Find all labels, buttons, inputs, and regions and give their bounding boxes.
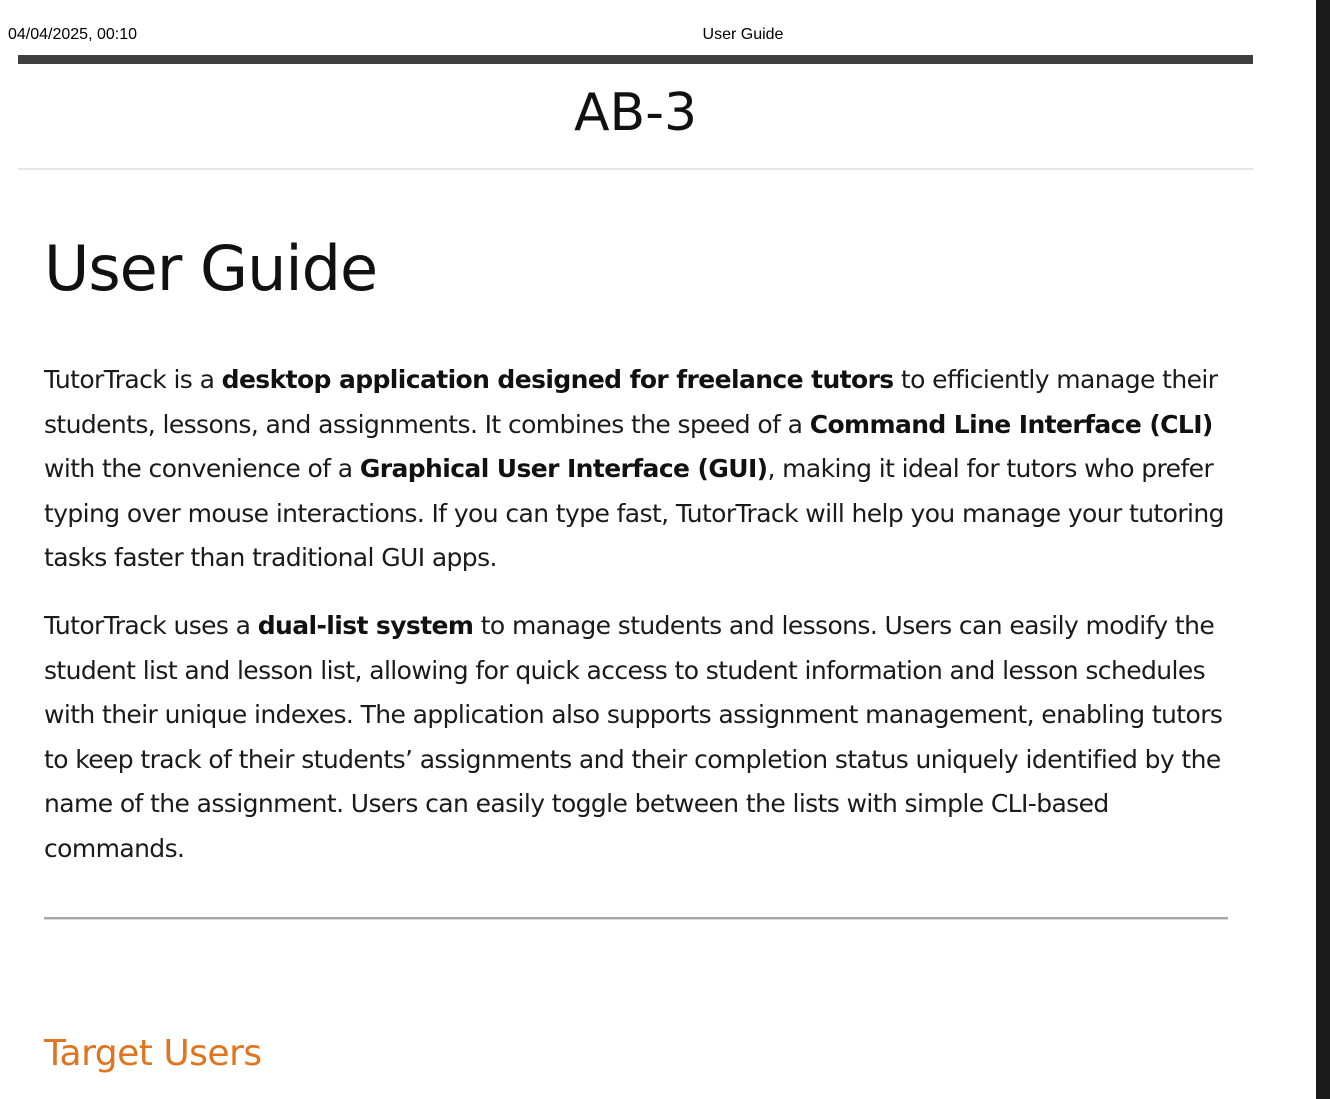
text-run: TutorTrack uses a <box>44 611 258 640</box>
site-title-divider <box>18 168 1253 170</box>
print-page-title: User Guide <box>702 26 784 43</box>
text-run: to manage students and lessons. Users ca… <box>44 611 1223 863</box>
page-heading: User Guide <box>44 232 378 305</box>
bold-phrase: Graphical User Interface (GUI) <box>359 454 768 483</box>
bold-phrase: dual-list system <box>257 611 474 640</box>
site-title: AB-3 <box>573 83 698 143</box>
section-heading-target-users[interactable]: Target Users <box>44 1032 262 1076</box>
text-run: with the convenience of a <box>44 454 360 483</box>
dual-list-paragraph: TutorTrack uses a dual-list system to ma… <box>44 604 1234 871</box>
bold-phrase: Command Line Interface (CLI) <box>809 409 1214 439</box>
print-header: 04/04/2025, 00:10 User Guide <box>0 24 1253 46</box>
main-content: User Guide TutorTrack is a desktop appli… <box>44 226 1234 1074</box>
text-run: TutorTrack is a <box>44 365 222 394</box>
intro-paragraph: TutorTrack is a desktop application desi… <box>44 358 1234 581</box>
site-top-bar <box>18 55 1253 64</box>
section-divider <box>44 917 1228 919</box>
window-scrollbar[interactable] <box>1316 0 1330 1099</box>
bold-phrase: desktop application designed for freelan… <box>221 365 895 394</box>
